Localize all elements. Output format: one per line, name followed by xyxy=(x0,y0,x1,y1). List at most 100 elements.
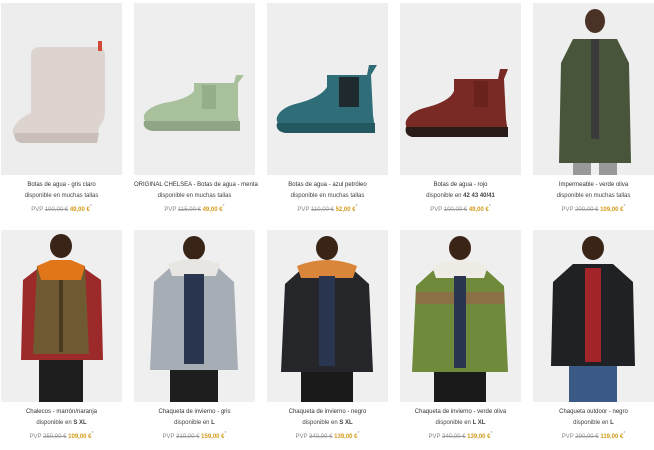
price-asterisk: * xyxy=(490,431,493,437)
product-card[interactable]: Chaqueta de invierno - gris disponible e… xyxy=(134,230,255,443)
sale-price: 139,00 € xyxy=(334,434,358,440)
availability-sizes: S XL xyxy=(73,420,87,426)
product-price: PVP 110,00 € 52,00 €* xyxy=(267,202,388,216)
product-image-jacket-black-fur[interactable] xyxy=(267,230,388,402)
product-price: PVP 200,00 € 109,00 €* xyxy=(533,202,654,216)
product-card[interactable]: Impermeable - verde oliva disponible en … xyxy=(533,3,654,216)
pvp-label: PVP xyxy=(295,434,308,440)
price-asterisk: * xyxy=(357,431,360,437)
pvp-label: PVP xyxy=(29,434,42,440)
product-image-chelsea-mint[interactable] xyxy=(134,3,255,175)
old-price: 115,00 € xyxy=(178,207,201,213)
product-image-chelsea-teal[interactable] xyxy=(267,3,388,175)
product-availability: disponible en L xyxy=(134,418,255,429)
product-availability: disponible en S XL xyxy=(267,418,388,429)
sale-price: 159,00 € xyxy=(201,434,225,440)
product-title[interactable]: Chaqueta de invierno - verde oliva xyxy=(400,407,521,418)
availability-text: disponible en xyxy=(435,420,473,426)
product-availability: disponible en L xyxy=(533,418,654,429)
product-title[interactable]: Botas de agua - azul petróleo xyxy=(267,180,388,191)
product-card[interactable]: Botas de agua - gris claro disponible en… xyxy=(1,3,122,216)
pvp-label: PVP xyxy=(162,434,175,440)
availability-text: disponible en xyxy=(302,420,340,426)
pvp-label: PVP xyxy=(561,207,574,213)
product-title[interactable]: ORIGINAL CHELSEA - Botas de agua - menta xyxy=(134,180,258,191)
price-asterisk: * xyxy=(623,431,626,437)
product-title[interactable]: Chaqueta de invierno - negro xyxy=(267,407,388,418)
product-availability: disponible en muchas tallas xyxy=(533,191,654,202)
availability-text: disponible en muchas tallas xyxy=(290,193,365,199)
price-asterisk: * xyxy=(91,431,94,437)
product-availability: disponible en muchas tallas xyxy=(267,191,388,202)
product-image-raincoat-olive[interactable] xyxy=(533,3,654,175)
product-price: PVP 340,00 € 139,00 €* xyxy=(400,429,521,443)
product-price: PVP 100,00 € 49,00 €* xyxy=(400,202,521,216)
price-asterisk: * xyxy=(89,204,92,210)
product-card[interactable]: Botas de agua - azul petróleo disponible… xyxy=(267,3,388,216)
product-price: PVP 100,00 € 49,00 €* xyxy=(1,202,122,216)
pvp-label: PVP xyxy=(164,207,177,213)
product-availability: disponible en muchas tallas xyxy=(1,191,122,202)
old-price: 100,00 € xyxy=(443,207,468,213)
old-price: 200,00 € xyxy=(575,207,599,213)
product-title[interactable]: Chalecos - marrón/naranja xyxy=(1,407,122,418)
sale-price: 52,00 € xyxy=(335,207,356,213)
old-price: 250,00 € xyxy=(43,434,67,440)
product-card[interactable]: Botas de agua - rojo disponible en 42 43… xyxy=(400,3,521,216)
old-price: 290,00 € xyxy=(575,434,599,440)
pvp-label: PVP xyxy=(561,434,574,440)
product-price: PVP 310,00 € 159,00 €* xyxy=(134,429,255,443)
product-card[interactable]: Chalecos - marrón/naranja disponible en … xyxy=(1,230,122,443)
pvp-label: PVP xyxy=(430,207,443,213)
sale-price: 109,00 € xyxy=(68,434,92,440)
price-asterisk: * xyxy=(355,204,358,210)
availability-text: disponible en xyxy=(174,420,212,426)
product-card[interactable]: Chaqueta outdoor - negro disponible en L… xyxy=(533,230,654,443)
sale-price: 119,00 € xyxy=(600,434,624,440)
price-asterisk: * xyxy=(623,204,626,210)
availability-text: disponible en muchas tallas xyxy=(556,193,631,199)
product-title[interactable]: Impermeable - verde oliva xyxy=(533,180,654,191)
product-card[interactable]: ORIGINAL CHELSEA - Botas de agua - menta… xyxy=(134,3,258,216)
availability-sizes: 42 43 40/41 xyxy=(463,193,495,199)
product-card[interactable]: Chaqueta de invierno - negro disponible … xyxy=(267,230,388,443)
product-image-vest-orange[interactable] xyxy=(1,230,122,402)
product-image-jacket-olive[interactable] xyxy=(400,230,521,402)
product-price: PVP 290,00 € 119,00 €* xyxy=(533,429,654,443)
product-card[interactable]: Chaqueta de invierno - verde oliva dispo… xyxy=(400,230,521,443)
product-price: PVP 115,00 € 49,00 €* xyxy=(134,202,255,216)
product-image-boot-gray[interactable] xyxy=(1,3,122,175)
availability-sizes: L xyxy=(610,420,614,426)
pvp-label: PVP xyxy=(428,434,441,440)
pvp-label: PVP xyxy=(297,207,310,213)
price-asterisk: * xyxy=(224,431,227,437)
old-price: 340,00 € xyxy=(442,434,466,440)
product-image-jacket-gray[interactable] xyxy=(134,230,255,402)
sale-price: 109,00 € xyxy=(600,207,624,213)
price-asterisk: * xyxy=(222,204,225,210)
availability-sizes: S XL xyxy=(339,420,353,426)
product-price: PVP 250,00 € 109,00 €* xyxy=(1,429,122,443)
availability-sizes: L xyxy=(211,420,215,426)
product-image-jacket-black-outdoor[interactable] xyxy=(533,230,654,402)
product-image-chelsea-red[interactable] xyxy=(400,3,521,175)
old-price: 310,00 € xyxy=(176,434,200,440)
availability-text: disponible en muchas tallas xyxy=(24,193,99,199)
old-price: 100,00 € xyxy=(44,207,69,213)
sale-price: 139,00 € xyxy=(467,434,491,440)
availability-text: disponible en xyxy=(573,420,611,426)
old-price: 110,00 € xyxy=(311,207,334,213)
availability-text: disponible en muchas tallas xyxy=(157,193,232,199)
product-title[interactable]: Botas de agua - gris claro xyxy=(1,180,122,191)
sale-price: 49,00 € xyxy=(202,207,223,213)
availability-sizes: L XL xyxy=(472,420,486,426)
product-price: PVP 340,00 € 139,00 €* xyxy=(267,429,388,443)
price-asterisk: * xyxy=(488,204,491,210)
product-availability: disponible en L XL xyxy=(400,418,521,429)
availability-text: disponible en xyxy=(426,193,464,199)
pvp-label: PVP xyxy=(31,207,44,213)
product-title[interactable]: Chaqueta outdoor - negro xyxy=(533,407,654,418)
product-title[interactable]: Chaqueta de invierno - gris xyxy=(134,407,255,418)
product-title[interactable]: Botas de agua - rojo xyxy=(400,180,521,191)
availability-text: disponible en xyxy=(36,420,74,426)
